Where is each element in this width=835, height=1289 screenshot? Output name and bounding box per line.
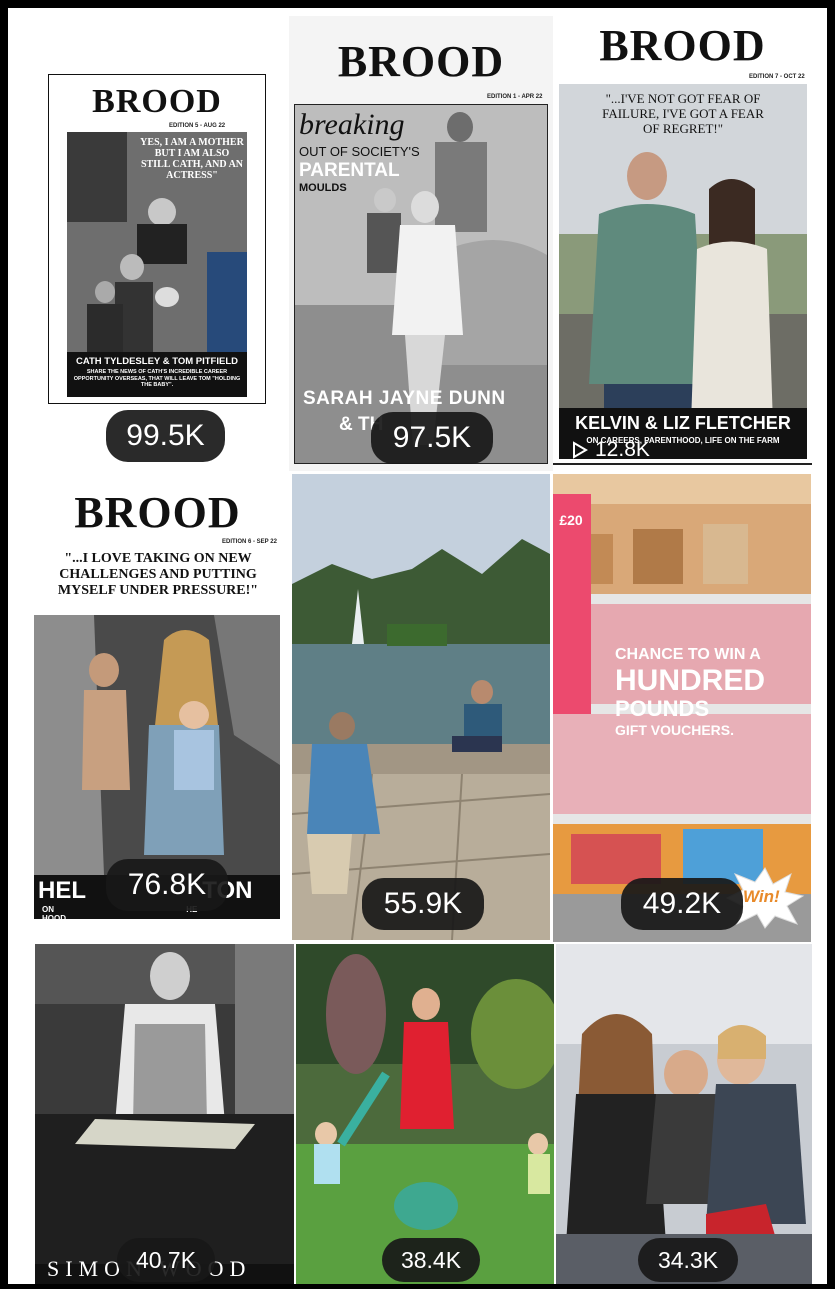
reel-thumbnail	[35, 944, 294, 1284]
reels-grid: BROOD EDITION 5 - AUG 22 YES, I AM A MOT…	[8, 8, 827, 1284]
view-count: 38.4K	[382, 1238, 480, 1282]
cover-quote: "...I'VE NOT GOT FEAR OF FAILURE, I'VE G…	[602, 91, 764, 136]
reel-tile-9[interactable]: 34.3K	[556, 944, 812, 1284]
edition-label: EDITION 7 - OCT 22	[749, 74, 805, 80]
reel-tile-4[interactable]: BROOD EDITION 6 - SEP 22 "...I LOVE TAKI…	[26, 481, 289, 938]
reel-tile-6[interactable]: £20 CHANCE TO WIN A HUNDRED POUNDS GIFT …	[553, 474, 811, 942]
promo-line-4: GIFT VOUCHERS.	[615, 722, 735, 738]
brand-title: BROOD	[599, 21, 766, 70]
cover-line-2: OUT OF SOCIETY'S	[299, 144, 420, 159]
view-count: 12.8K	[595, 438, 650, 461]
cover-quote: "...I LOVE TAKING ON NEW CHALLENGES AND …	[57, 551, 259, 599]
cover-line-4: MOULDS	[299, 182, 347, 194]
view-count: 49.2K	[621, 878, 743, 930]
edition-label: EDITION 1 - APR 22	[487, 94, 543, 100]
view-count: 76.8K	[106, 859, 228, 911]
view-count: 40.7K	[117, 1238, 215, 1282]
screen-frame: BROOD EDITION 5 - AUG 22 YES, I AM A MOT…	[0, 0, 835, 1289]
brand-title: BROOD	[74, 488, 241, 537]
brand-title: BROOD	[337, 37, 505, 86]
promo-line-2: HUNDRED	[615, 664, 765, 697]
reel-tile-7[interactable]: SIMON WOOD 40.7K	[35, 944, 294, 1284]
cover-photo	[34, 615, 280, 875]
cover-photo	[559, 84, 807, 459]
reel-tile-8[interactable]: 38.4K	[296, 944, 554, 1284]
cover-subtitle-2: AND C RATIVE	[42, 923, 198, 938]
view-count: 99.5K	[106, 410, 225, 462]
promo-line-3: POUNDS	[615, 696, 710, 721]
price-sign: £20	[559, 512, 583, 528]
cover-line-breaking: breaking	[299, 108, 405, 141]
cover-names: CATH TYLDESLEY & TOM PITFIELD	[75, 356, 239, 367]
cover-names: SARAH JAYNE DUNN	[303, 388, 506, 409]
cover-quote: YES, I AM A MOTHER BUT I AM ALSO STILL C…	[140, 137, 244, 181]
cover-line-3: PARENTAL	[299, 160, 400, 181]
reel-thumbnail	[296, 944, 554, 1284]
cover-subtitle: SHARE THE NEWS OF CATH'S INCREDIBLE CARE…	[73, 369, 241, 389]
view-count: 34.3K	[638, 1238, 738, 1282]
reel-tile-5[interactable]: 55.9K	[292, 474, 550, 940]
magazine-cover: BROOD EDITION 5 - AUG 22 YES, I AM A MOT…	[48, 74, 266, 404]
win-label: Win!	[743, 887, 780, 906]
play-icon	[573, 441, 588, 459]
reel-tile-2[interactable]: BROOD EDITION 1 - APR 22 breaking OUT OF…	[289, 16, 553, 471]
cover-names: KELVIN & LIZ FLETCHER	[575, 413, 791, 433]
reel-thumbnail	[292, 474, 550, 940]
reel-tile-3[interactable]: BROOD EDITION 7 - OCT 22 "...I'VE NOT GO…	[553, 14, 812, 465]
play-button[interactable]: 12.8K	[571, 438, 671, 462]
reel-tile-1[interactable]: BROOD EDITION 5 - AUG 22 YES, I AM A MOT…	[26, 16, 289, 471]
cover-banner: CATH TYLDESLEY & TOM PITFIELD SHARE THE …	[67, 352, 247, 397]
promo-line-1: CHANCE TO WIN A	[615, 646, 761, 663]
edition-label: EDITION 5 - AUG 22	[169, 123, 226, 129]
brand-title: BROOD	[92, 83, 222, 120]
view-count: 97.5K	[371, 412, 493, 464]
view-count: 55.9K	[362, 878, 484, 930]
edition-label: EDITION 6 - SEP 22	[222, 539, 277, 545]
reel-thumbnail	[556, 944, 812, 1284]
